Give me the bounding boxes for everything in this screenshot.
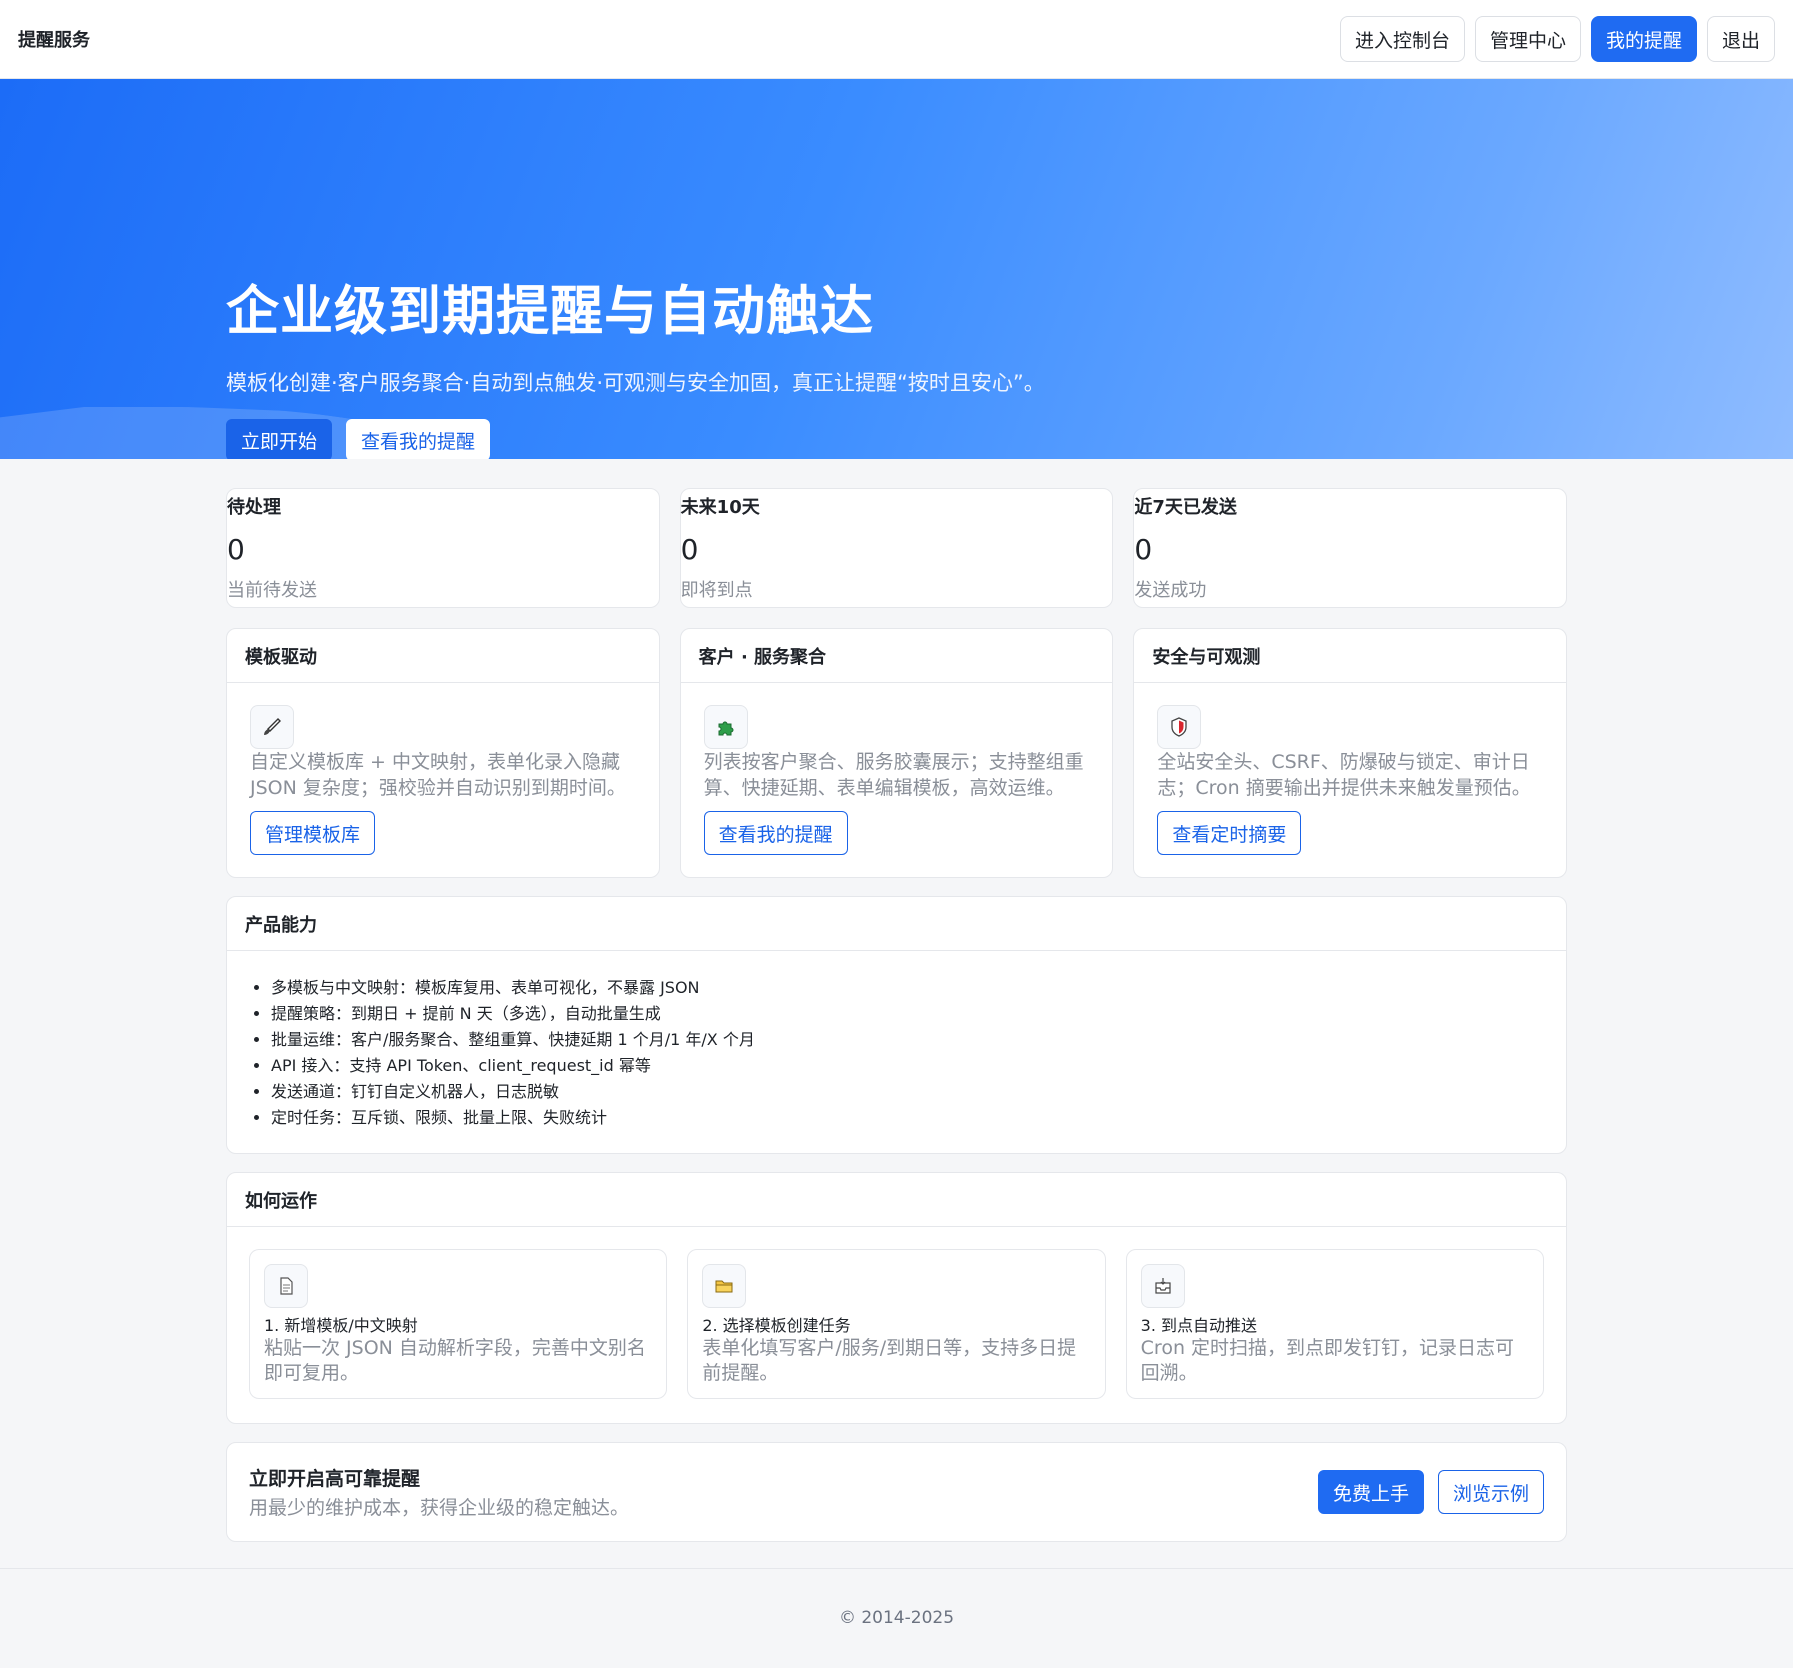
feature-card-aggregation: 客户 · 服务聚合 列表按客户聚合、服务胶囊展示；支持整组重算、快捷延期、表单编… — [679, 628, 1114, 878]
footer-divider — [0, 1568, 1793, 1569]
card-title: 如何运作 — [227, 1173, 1566, 1227]
stat-hint: 当前待发送 — [227, 580, 317, 601]
view-cron-summary-button[interactable]: 查看定时摘要 — [1157, 811, 1302, 855]
browse-examples-button[interactable]: 浏览示例 — [1437, 1470, 1544, 1514]
admin-center-button[interactable]: 管理中心 — [1474, 16, 1581, 62]
start-now-button[interactable]: 立即开始 — [226, 419, 333, 459]
folder-icon — [702, 1264, 747, 1308]
step-card: 2. 选择模板创建任务 表单化填写客户/服务/到期日等，支持多日提前提醒。 — [687, 1249, 1106, 1399]
feature-description: 列表按客户聚合、服务胶囊展示；支持整组重算、快捷延期、表单编辑模板，高效运维。 — [703, 751, 1084, 799]
stat-hint: 即将到点 — [680, 580, 753, 601]
my-reminders-button[interactable]: 我的提醒 — [1590, 16, 1697, 62]
cta-text: 立即开启高可靠提醒 用最少的维护成本，获得企业级的稳定触达。 — [249, 1464, 629, 1520]
console-button[interactable]: 进入控制台 — [1339, 16, 1465, 62]
capabilities-card: 产品能力 多模板与中文映射：模板库复用、表单可视化，不暴露 JSON 提醒策略：… — [226, 896, 1567, 1154]
stat-label: 待处理 — [227, 497, 281, 518]
inbox-icon — [1140, 1264, 1185, 1308]
manage-templates-button[interactable]: 管理模板库 — [250, 811, 376, 855]
stat-card-upcoming: 未来10天 0 即将到点 — [679, 488, 1114, 608]
view-my-reminders-button[interactable]: 查看我的提醒 — [346, 419, 491, 459]
puzzle-icon — [703, 705, 748, 749]
list-item: 批量运维：客户/服务聚合、整组重算、快捷延期 1 个月/1 年/X 个月 — [271, 1027, 1566, 1053]
feature-card-template: 模板驱动 自定义模板库 + 中文映射，表单化录入隐藏 JSON 复杂度；强校验并… — [226, 628, 660, 878]
stat-hint: 发送成功 — [1134, 580, 1207, 601]
step-title: 1. 新增模板/中文映射 — [264, 1316, 418, 1335]
list-item: 提醒策略：到期日 + 提前 N 天（多选），自动批量生成 — [271, 1001, 1566, 1027]
top-navbar: 提醒服务 进入控制台 管理中心 我的提醒 退出 — [0, 0, 1793, 79]
stat-label: 近7天已发送 — [1134, 497, 1237, 518]
footer-copyright: © 2014-2025 — [838, 1608, 955, 1628]
stat-card-sent: 近7天已发送 0 发送成功 — [1133, 488, 1568, 608]
cta-title: 立即开启高可靠提醒 — [249, 1468, 421, 1490]
stat-card-pending: 待处理 0 当前待发送 — [226, 488, 660, 608]
free-start-button[interactable]: 免费上手 — [1317, 1470, 1424, 1514]
cta-subtitle: 用最少的维护成本，获得企业级的稳定触达。 — [249, 1497, 630, 1519]
brand-title[interactable]: 提醒服务 — [18, 26, 90, 52]
view-reminders-button[interactable]: 查看我的提醒 — [703, 811, 848, 855]
stat-value: 0 — [227, 533, 245, 566]
hero-subtitle: 模板化创建·客户服务聚合·自动到点触发·可观测与安全加固，真正让提醒“按时且安心… — [226, 371, 1045, 395]
stats-row: 待处理 0 当前待发送 未来10天 0 即将到点 近7天已发送 0 发送成功 — [226, 488, 1568, 608]
step-card: 1. 新增模板/中文映射 粘贴一次 JSON 自动解析字段，完善中文别名即可复用… — [249, 1249, 668, 1399]
step-description: Cron 定时扫描，到点即发钉钉，记录日志可回溯。 — [1140, 1337, 1515, 1384]
hero-content: 企业级到期提醒与自动触达 模板化创建·客户服务聚合·自动到点触发·可观测与安全加… — [226, 269, 1045, 459]
capabilities-list: 多模板与中文映射：模板库复用、表单可视化，不暴露 JSON 提醒策略：到期日 +… — [227, 951, 1566, 1131]
hero-title: 企业级到期提醒与自动触达 — [226, 281, 874, 342]
hero-buttons: 立即开始 查看我的提醒 — [226, 419, 1045, 459]
card-title: 客户 · 服务聚合 — [680, 629, 1113, 683]
brush-icon — [250, 705, 294, 749]
nav-actions: 进入控制台 管理中心 我的提醒 退出 — [1339, 16, 1775, 62]
card-title: 模板驱动 — [227, 629, 659, 683]
cta-card: 立即开启高可靠提醒 用最少的维护成本，获得企业级的稳定触达。 免费上手 浏览示例 — [226, 1442, 1567, 1542]
list-item: 定时任务：互斥锁、限频、批量上限、失败统计 — [271, 1105, 1566, 1131]
list-item: 发送通道：钉钉自定义机器人，日志脱敏 — [271, 1079, 1566, 1105]
step-title: 3. 到点自动推送 — [1140, 1316, 1258, 1335]
shield-icon — [1157, 705, 1202, 749]
stat-value: 0 — [680, 533, 699, 566]
how-it-works-card: 如何运作 1. 新增模板/中文映射 粘贴一次 JSON 自动解析字段，完善中文别… — [226, 1172, 1567, 1424]
list-item: 多模板与中文映射：模板库复用、表单可视化，不暴露 JSON — [271, 975, 1566, 1001]
hero-banner: 企业级到期提醒与自动触达 模板化创建·客户服务聚合·自动到点触发·可观测与安全加… — [0, 79, 1793, 459]
feature-cards: 模板驱动 自定义模板库 + 中文映射，表单化录入隐藏 JSON 复杂度；强校验并… — [226, 628, 1568, 878]
logout-button[interactable]: 退出 — [1706, 16, 1775, 62]
stat-label: 未来10天 — [680, 497, 760, 518]
cta-buttons: 免费上手 浏览示例 — [1317, 1470, 1544, 1514]
list-item: API 接入：支持 API Token、client_request_id 幂等 — [271, 1053, 1566, 1079]
feature-description: 自定义模板库 + 中文映射，表单化录入隐藏 JSON 复杂度；强校验并自动识别到… — [250, 751, 626, 799]
feature-description: 全站安全头、CSRF、防爆破与锁定、审计日志；Cron 摘要输出并提供未来触发量… — [1157, 751, 1531, 799]
card-title: 产品能力 — [227, 897, 1566, 951]
feature-card-security: 安全与可观测 全站安全头、CSRF、防爆破与锁定、审计日志；Cron 摘要输出并… — [1133, 628, 1568, 878]
step-card: 3. 到点自动推送 Cron 定时扫描，到点即发钉钉，记录日志可回溯。 — [1125, 1249, 1544, 1399]
document-icon — [264, 1264, 308, 1308]
step-description: 表单化填写客户/服务/到期日等，支持多日提前提醒。 — [702, 1337, 1077, 1384]
steps-row: 1. 新增模板/中文映射 粘贴一次 JSON 自动解析字段，完善中文别名即可复用… — [227, 1227, 1566, 1421]
card-title: 安全与可观测 — [1134, 629, 1567, 683]
step-title: 2. 选择模板创建任务 — [702, 1316, 851, 1335]
stat-value: 0 — [1134, 533, 1153, 566]
step-description: 粘贴一次 JSON 自动解析字段，完善中文别名即可复用。 — [264, 1337, 646, 1384]
